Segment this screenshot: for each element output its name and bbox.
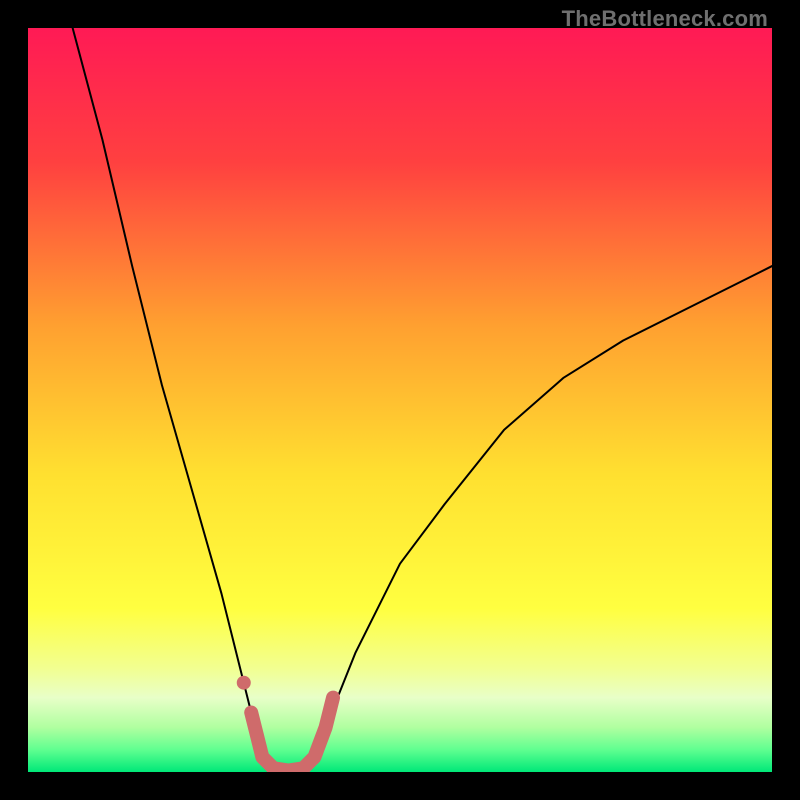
highlight-dot [237, 676, 251, 690]
marker-group [237, 676, 251, 690]
gradient-background [28, 28, 772, 772]
chart-frame [28, 28, 772, 772]
bottleneck-chart [28, 28, 772, 772]
